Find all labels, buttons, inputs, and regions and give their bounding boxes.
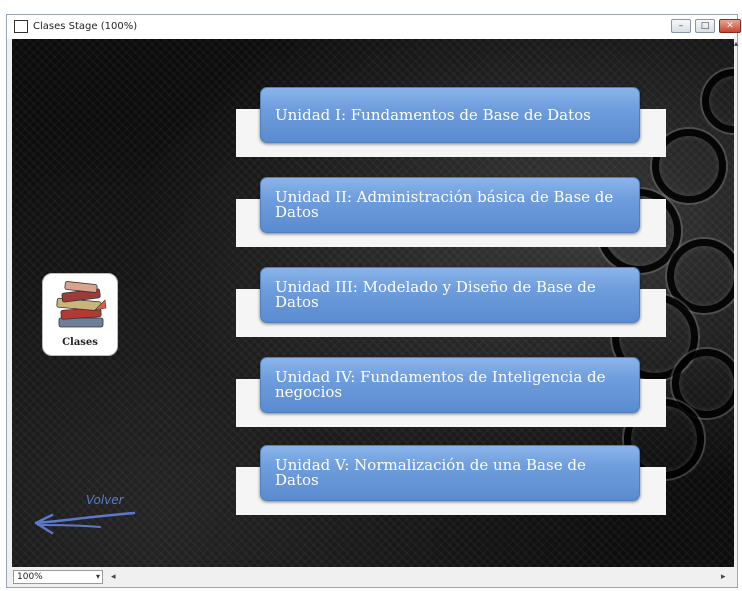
- unit-5-button[interactable]: Unidad V: Normalización de una Base de D…: [260, 445, 640, 501]
- status-bar: 100% ▾ ◂ ▸: [7, 567, 737, 587]
- unit-item: Unidad I: Fundamentos de Base de Datos: [236, 87, 666, 157]
- clases-card[interactable]: Clases: [42, 273, 118, 356]
- minimize-button[interactable]: –: [671, 19, 691, 33]
- window-title: Clases Stage (100%): [33, 21, 138, 32]
- unit-2-button[interactable]: Unidad II: Administración básica de Base…: [260, 177, 640, 233]
- unit-1-button[interactable]: Unidad I: Fundamentos de Base de Datos: [260, 87, 640, 143]
- maximize-button[interactable]: □: [695, 19, 715, 33]
- scroll-up-arrow[interactable]: ▴: [734, 39, 738, 49]
- unit-item: Unidad II: Administración básica de Base…: [236, 177, 666, 247]
- unit-3-button[interactable]: Unidad III: Modelado y Diseño de Base de…: [260, 267, 640, 323]
- stage-canvas: Unidad I: Fundamentos de Base de Datos U…: [12, 39, 734, 567]
- unit-4-button[interactable]: Unidad IV: Fundamentos de Inteligencia d…: [260, 357, 640, 413]
- status-marker: ▸: [721, 571, 726, 581]
- arrow-left-icon: [34, 511, 136, 535]
- close-button[interactable]: ✕: [719, 19, 741, 33]
- books-icon: [56, 281, 107, 328]
- unit-item: Unidad IV: Fundamentos de Inteligencia d…: [236, 357, 666, 427]
- title-bar: Clases Stage (100%) – □ ✕: [7, 15, 741, 39]
- status-marker: ◂: [111, 571, 116, 581]
- zoom-value: 100%: [17, 572, 43, 582]
- unit-item: Unidad V: Normalización de una Base de D…: [236, 445, 666, 515]
- back-button[interactable]: Volver: [30, 489, 140, 539]
- window-icon: [14, 20, 28, 33]
- chevron-down-icon: ▾: [95, 572, 100, 581]
- back-label: Volver: [86, 493, 124, 507]
- stage-window: Clases Stage (100%) – □ ✕ Unidad I: Fund…: [6, 14, 741, 588]
- unit-item: Unidad III: Modelado y Diseño de Base de…: [236, 267, 666, 337]
- zoom-select[interactable]: 100% ▾: [13, 570, 103, 584]
- clases-label: Clases: [62, 337, 98, 348]
